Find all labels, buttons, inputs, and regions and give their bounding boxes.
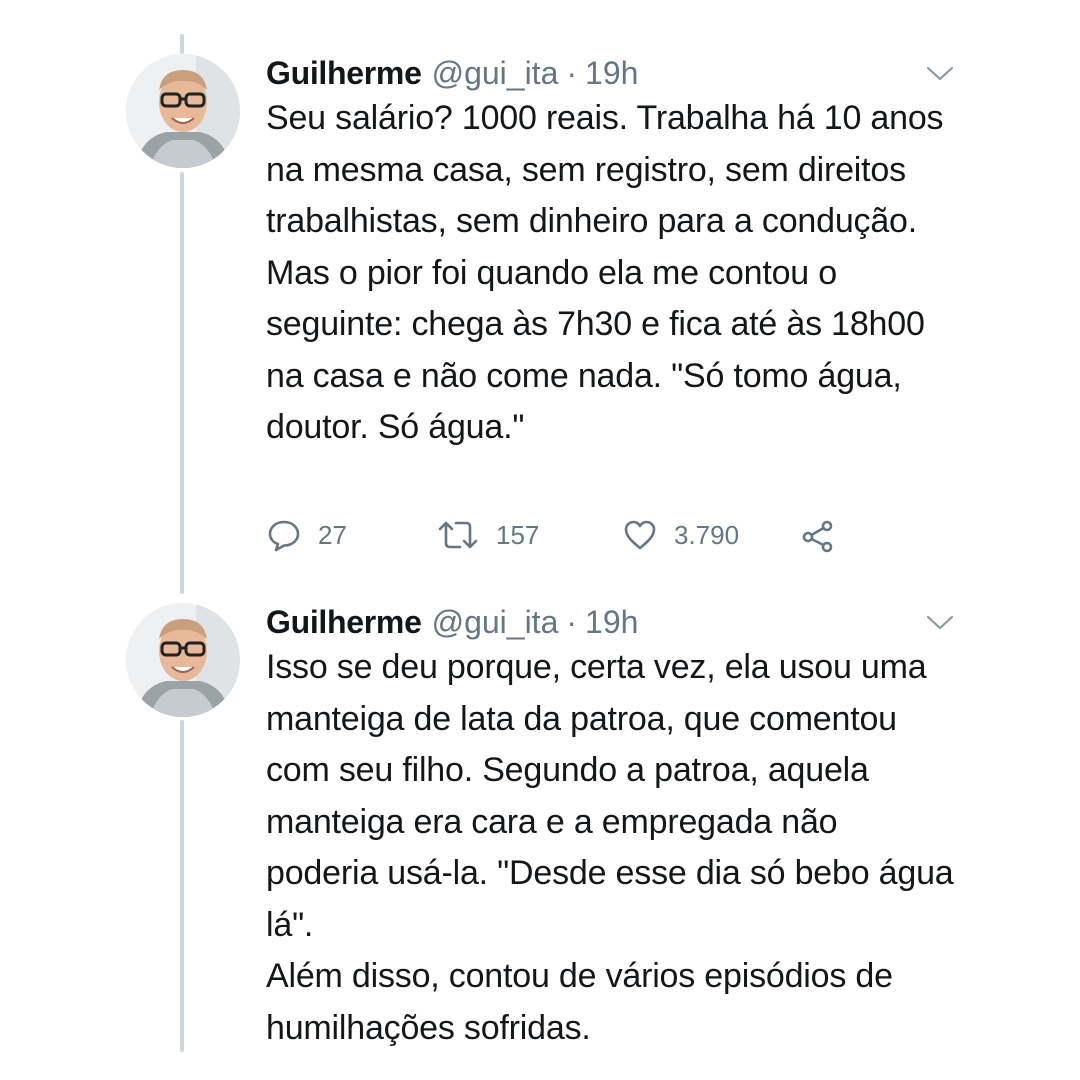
like-button[interactable]: 3.790 — [622, 513, 739, 557]
avatar-photo — [126, 603, 240, 717]
tweet-paragraph: Isso se deu porque, certa vez, ela usou … — [266, 648, 954, 944]
retweet-count: 157 — [496, 519, 540, 550]
share-button[interactable] — [800, 513, 852, 557]
separator: · — [566, 55, 578, 91]
retweet-button[interactable]: 157 — [436, 513, 539, 557]
avatar[interactable] — [126, 54, 240, 168]
tweet-actions: 27 157 3.790 — [266, 513, 866, 557]
author-name[interactable]: Guilherme — [266, 48, 422, 98]
reply-button[interactable]: 27 — [266, 513, 347, 557]
reply-icon — [268, 520, 300, 552]
author-name[interactable]: Guilherme — [266, 597, 422, 647]
avatar-photo — [126, 54, 240, 168]
chevron-down-icon[interactable] — [922, 62, 958, 86]
author-handle[interactable]: @gui_ita — [432, 597, 559, 647]
avatar[interactable] — [126, 603, 240, 717]
like-count: 3.790 — [674, 519, 740, 550]
like-icon — [624, 520, 656, 550]
tweet-1[interactable]: Guilherme @gui_ita · 19h Seu salário? 10… — [0, 48, 1080, 568]
tweet-header: Guilherme @gui_ita · 19h — [266, 597, 638, 647]
reply-count: 27 — [318, 519, 347, 550]
timestamp[interactable]: 19h — [585, 597, 638, 647]
tweet-paragraph: Mas o pior foi quando ela me contou o se… — [266, 253, 925, 447]
tweet-text: Isso se deu porque, certa vez, ela usou … — [266, 642, 956, 1054]
retweet-icon — [438, 521, 478, 549]
chevron-down-icon[interactable] — [922, 611, 958, 635]
tweet-paragraph: Além disso, contou de vários episódios d… — [266, 957, 893, 1047]
tweet-header: Guilherme @gui_ita · 19h — [266, 48, 638, 98]
share-icon — [802, 520, 833, 553]
tweet-text: Seu salário? 1000 reais. Trabalha há 10 … — [266, 93, 956, 454]
tweet-2[interactable]: Guilherme @gui_ita · 19h Isso se deu por… — [0, 597, 1080, 1057]
separator: · — [566, 604, 578, 640]
timestamp[interactable]: 19h — [585, 48, 638, 98]
tweet-paragraph: Seu salário? 1000 reais. Trabalha há 10 … — [266, 99, 944, 240]
author-handle[interactable]: @gui_ita — [432, 48, 559, 98]
